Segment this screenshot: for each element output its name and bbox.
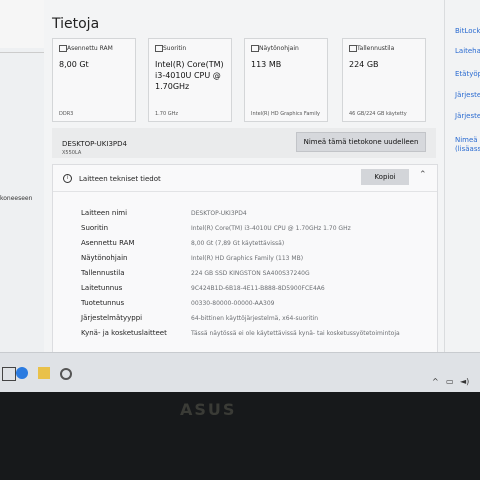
device-name: DESKTOP-UKI3PD4 bbox=[62, 140, 127, 148]
card-value: 224 GB bbox=[349, 60, 379, 69]
spec-key: Tuotetunnus bbox=[81, 299, 125, 307]
card-value: 8,00 Gt bbox=[59, 60, 89, 69]
related-link[interactable]: Etätyöp bbox=[455, 70, 480, 79]
asus-logo: ASUS bbox=[180, 400, 237, 419]
right-pane: BitLock Laiteha Etätyöp Järjeste Järjest… bbox=[444, 0, 480, 352]
taskbar: ^ ▭ ◄) bbox=[0, 352, 480, 392]
start-icon[interactable] bbox=[2, 367, 16, 381]
spec-row: Laitetunnus 9C424B1D-6B18-4E11-B888-8D59… bbox=[53, 284, 437, 298]
card-label: Tallennustila bbox=[357, 45, 395, 52]
card-label: Näytönohjain bbox=[259, 45, 299, 52]
card-foot: 46 GB/224 GB käytetty bbox=[349, 111, 407, 117]
spec-value: 64-bittinen käyttöjärjestelmä, x64-suori… bbox=[191, 315, 319, 322]
spec-key: Laitetunnus bbox=[81, 284, 123, 292]
card-foot: Intel(R) HD Graphics Family bbox=[251, 111, 320, 117]
rename-pc-button[interactable]: Nimeä tämä tietokone uudelleen bbox=[296, 132, 426, 152]
chevron-up-icon[interactable]: ⌃ bbox=[419, 170, 427, 180]
card-foot: DDR3 bbox=[59, 111, 74, 117]
spec-key: Asennettu RAM bbox=[81, 239, 135, 247]
spec-key: Suoritin bbox=[81, 224, 109, 232]
spec-value: Intel(R) Core(TM) i3-4010U CPU @ 1.70GHz… bbox=[191, 225, 351, 232]
spec-value: 8,00 Gt (7,89 Gt käytettävissä) bbox=[191, 240, 285, 247]
related-link[interactable]: Järjeste bbox=[455, 91, 480, 100]
card-ram: Asennettu RAM 8,00 Gt DDR3 bbox=[52, 38, 136, 122]
spec-value: Tässä näytössä ei ole käytettävissä kynä… bbox=[191, 330, 400, 337]
spec-value: 00330-80000-00000-AA309 bbox=[191, 300, 275, 307]
cpu-icon bbox=[155, 45, 163, 52]
card-value: 113 MB bbox=[251, 60, 282, 69]
explorer-icon[interactable] bbox=[38, 367, 50, 379]
spec-key: Näytönohjain bbox=[81, 254, 128, 262]
card-gpu: Näytönohjain 113 MB Intel(R) HD Graphics… bbox=[244, 38, 328, 122]
spec-row: Suoritin Intel(R) Core(TM) i3-4010U CPU … bbox=[53, 224, 437, 238]
spec-key: Laitteen nimi bbox=[81, 209, 128, 217]
page-title: Tietoja bbox=[52, 16, 100, 32]
spec-row: Järjestelmätyyppi 64-bittinen käyttöjärj… bbox=[53, 314, 437, 328]
spec-row: Kynä- ja kosketuslaitteet Tässä näytössä… bbox=[53, 329, 437, 343]
copy-button[interactable]: Kopioi bbox=[361, 169, 409, 185]
related-link[interactable]: Nimeä bbox=[455, 136, 478, 145]
related-link[interactable]: Järjeste bbox=[455, 112, 480, 121]
device-specs-title: Laitteen tekniset tiedot bbox=[79, 175, 161, 183]
left-pane-top bbox=[0, 0, 44, 48]
spec-row: Tuotetunnus 00330-80000-00000-AA309 bbox=[53, 299, 437, 313]
info-icon: i bbox=[63, 174, 72, 183]
settings-icon[interactable] bbox=[60, 368, 72, 380]
edge-icon[interactable] bbox=[16, 367, 28, 379]
storage-icon bbox=[349, 45, 357, 52]
spec-value: 224 GB SSD KINGSTON SA400S37240G bbox=[191, 270, 310, 277]
spec-value: DESKTOP-UKI3PD4 bbox=[191, 210, 247, 217]
spec-row: Asennettu RAM 8,00 Gt (7,89 Gt käytettäv… bbox=[53, 239, 437, 253]
device-specs-header[interactable]: i Laitteen tekniset tiedot Kopioi ⌃ bbox=[53, 165, 437, 192]
chevron-up-icon[interactable]: ^ bbox=[432, 377, 439, 386]
left-pane: koneeseen bbox=[0, 0, 45, 352]
memory-icon bbox=[59, 45, 67, 52]
device-model: X550LA bbox=[62, 150, 82, 156]
left-pane-text: koneeseen bbox=[0, 195, 33, 202]
spec-row: Laitteen nimi DESKTOP-UKI3PD4 bbox=[53, 209, 437, 223]
card-label: Asennettu RAM bbox=[67, 45, 113, 52]
laptop-bezel bbox=[0, 392, 480, 480]
volume-icon[interactable]: ◄) bbox=[460, 377, 469, 386]
main-content: Tietoja Asennettu RAM 8,00 Gt DDR3 Suori… bbox=[44, 0, 444, 354]
spec-key: Järjestelmätyyppi bbox=[81, 314, 143, 322]
spec-key: Tallennustila bbox=[81, 269, 125, 277]
display-icon bbox=[251, 45, 259, 52]
related-link[interactable]: Laiteha bbox=[455, 47, 480, 56]
related-link[interactable]: BitLock bbox=[455, 27, 480, 36]
spec-row: Näytönohjain Intel(R) HD Graphics Family… bbox=[53, 254, 437, 268]
card-foot: 1.70 GHz bbox=[155, 111, 178, 117]
left-pane-divider bbox=[0, 52, 44, 53]
card-cpu: Suoritin Intel(R) Core(TM) i3-4010U CPU … bbox=[148, 38, 232, 122]
screen: koneeseen Tietoja Asennettu RAM 8,00 Gt … bbox=[0, 0, 480, 392]
related-link[interactable]: (lisäasse bbox=[455, 145, 480, 154]
spec-value: Intel(R) HD Graphics Family (113 MB) bbox=[191, 255, 304, 262]
device-specs-panel: i Laitteen tekniset tiedot Kopioi ⌃ Lait… bbox=[52, 164, 438, 354]
network-icon[interactable]: ▭ bbox=[446, 377, 454, 386]
spec-key: Kynä- ja kosketuslaitteet bbox=[81, 329, 167, 337]
card-storage: Tallennustila 224 GB 46 GB/224 GB käytet… bbox=[342, 38, 426, 122]
spec-row: Tallennustila 224 GB SSD KINGSTON SA400S… bbox=[53, 269, 437, 283]
card-value: Intel(R) Core(TM) i3-4010U CPU @ 1.70GHz bbox=[155, 60, 224, 91]
card-label: Suoritin bbox=[163, 45, 187, 52]
spec-value: 9C424B1D-6B18-4E11-B888-8D5900FCE4A6 bbox=[191, 285, 325, 292]
